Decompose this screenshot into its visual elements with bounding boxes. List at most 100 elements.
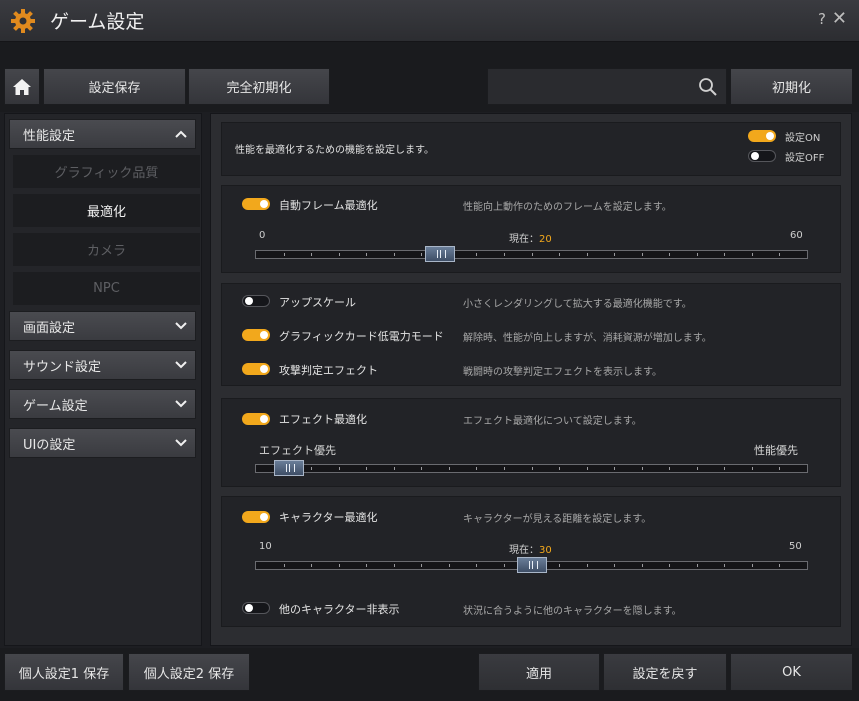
slider-tick: [449, 564, 450, 567]
search-icon[interactable]: [698, 77, 718, 97]
home-icon: [13, 78, 31, 95]
save-preset-1-button[interactable]: 個人設定1 保存: [4, 653, 124, 691]
effect-priority-label: エフェクト優先: [259, 444, 336, 457]
performance-priority-label: 性能優先: [754, 444, 798, 457]
sidebar-category-ui[interactable]: UIの設定: [9, 428, 196, 458]
slider-tick: [752, 564, 753, 567]
character-optimization-label: キャラクター最適化: [279, 511, 378, 524]
slider-tick: [339, 564, 340, 567]
slider-tick: [311, 253, 312, 256]
slider-tick: [752, 253, 753, 256]
save-preset-2-button[interactable]: 個人設定2 保存: [128, 653, 250, 691]
attack-effect-label: 攻撃判定エフェクト: [279, 364, 378, 377]
legend-off-toggle: [748, 150, 776, 162]
slider-tick: [476, 467, 477, 470]
sidebar-item-npc[interactable]: NPC: [13, 272, 200, 305]
slider-tick: [669, 564, 670, 567]
title-bar: ゲーム設定 ? ✕: [0, 0, 859, 42]
slider-tick: [394, 253, 395, 256]
search-input[interactable]: [487, 68, 727, 105]
help-button[interactable]: ?: [818, 10, 826, 28]
low-power-mode-desc: 解除時、性能が向上しますが、消耗資源が増加します。: [463, 333, 712, 344]
frame-slider-handle[interactable]: [425, 246, 455, 262]
effect-slider-handle[interactable]: [274, 460, 304, 476]
hide-other-characters-toggle[interactable]: [242, 602, 270, 614]
slider-tick: [504, 564, 505, 567]
slider-tick: [421, 467, 422, 470]
toggles-panel: アップスケール 小さくレンダリングして拡大する最適化機能です。 グラフィックカー…: [221, 283, 841, 386]
window-title: ゲーム設定: [50, 11, 145, 33]
slider-tick: [311, 564, 312, 567]
slider-tick: [642, 467, 643, 470]
slider-tick: [642, 564, 643, 567]
slider-tick: [559, 253, 560, 256]
sidebar-category-label: UIの設定: [23, 437, 76, 453]
slider-tick: [752, 467, 753, 470]
sidebar-category-label: サウンド設定: [23, 359, 102, 375]
slider-tick: [476, 564, 477, 567]
slider-tick: [532, 467, 533, 470]
sidebar-item-camera[interactable]: カメラ: [13, 233, 200, 266]
frame-panel: 自動フレーム最適化 性能向上動作のためのフレームを設定します。 0 現在：20 …: [221, 185, 841, 273]
character-current-label: 現在：30: [509, 545, 552, 556]
slider-tick: [669, 467, 670, 470]
ok-button[interactable]: OK: [730, 653, 853, 691]
apply-button[interactable]: 適用: [478, 653, 600, 691]
sidebar-category-label: 性能設定: [23, 128, 76, 144]
slider-tick: [449, 467, 450, 470]
slider-tick: [339, 253, 340, 256]
effect-optimization-toggle[interactable]: [242, 413, 270, 425]
gear-icon: [11, 9, 35, 33]
frame-current-label: 現在：20: [509, 234, 552, 245]
save-settings-button[interactable]: 設定保存: [43, 68, 186, 105]
slider-tick: [724, 253, 725, 256]
home-button[interactable]: [4, 68, 40, 105]
character-slider-handle[interactable]: [517, 557, 547, 573]
hide-other-characters-desc: 状況に合うように他のキャラクターを隠します。: [463, 606, 682, 617]
slider-tick: [559, 467, 560, 470]
slider-tick: [587, 467, 588, 470]
chevron-down-icon: [175, 400, 187, 408]
close-button[interactable]: ✕: [832, 8, 847, 29]
legend-on-label: 設定ON: [785, 133, 821, 144]
slider-tick: [532, 253, 533, 256]
revert-button[interactable]: 設定を戻す: [603, 653, 727, 691]
sidebar-category-performance[interactable]: 性能設定: [9, 119, 196, 149]
slider-tick: [366, 564, 367, 567]
character-optimization-desc: キャラクターが見える距離を設定します。: [463, 514, 652, 525]
sidebar-category-label: 画面設定: [23, 320, 76, 336]
frame-slider[interactable]: [255, 246, 808, 262]
slider-tick: [697, 253, 698, 256]
sidebar-item-optimization[interactable]: 最適化: [13, 194, 200, 227]
sidebar-category-screen[interactable]: 画面設定: [9, 311, 196, 341]
full-reset-button[interactable]: 完全初期化: [188, 68, 330, 105]
initialize-button[interactable]: 初期化: [730, 68, 853, 105]
sidebar-category-sound[interactable]: サウンド設定: [9, 350, 196, 380]
upscale-toggle[interactable]: [242, 295, 270, 307]
slider-tick: [587, 253, 588, 256]
slider-tick: [614, 253, 615, 256]
hide-other-characters-label: 他のキャラクター非表示: [279, 603, 400, 616]
low-power-mode-toggle[interactable]: [242, 329, 270, 341]
character-optimization-toggle[interactable]: [242, 511, 270, 523]
effect-optimization-desc: エフェクト最適化について設定します。: [463, 416, 642, 427]
sidebar-item-graphics-quality[interactable]: グラフィック品質: [13, 155, 200, 188]
slider-tick: [394, 564, 395, 567]
slider-tick: [614, 467, 615, 470]
slider-tick: [504, 253, 505, 256]
slider-tick: [366, 253, 367, 256]
slider-tick: [642, 253, 643, 256]
sidebar-category-label: ゲーム設定: [23, 398, 88, 414]
slider-tick: [284, 564, 285, 567]
frame-optimization-toggle[interactable]: [242, 198, 270, 210]
slider-tick: [587, 564, 588, 567]
upscale-label: アップスケール: [279, 296, 356, 309]
slider-tick: [504, 467, 505, 470]
character-min-label: 10: [259, 541, 272, 552]
slider-tick: [669, 253, 670, 256]
attack-effect-toggle[interactable]: [242, 363, 270, 375]
effect-slider[interactable]: [255, 460, 808, 476]
character-max-label: 50: [789, 541, 802, 552]
character-slider[interactable]: [255, 557, 808, 573]
sidebar-category-game[interactable]: ゲーム設定: [9, 389, 196, 419]
